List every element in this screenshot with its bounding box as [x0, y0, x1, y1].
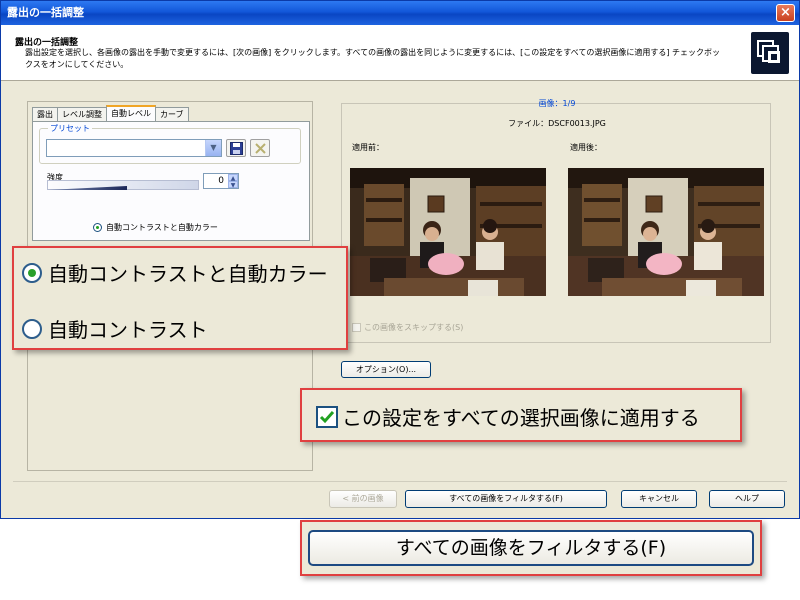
apply-all-callout: この設定をすべての選択画像に適用する	[300, 388, 742, 442]
dropdown-arrow-icon[interactable]: ▼	[205, 140, 221, 156]
radio-selected-icon	[22, 262, 42, 283]
close-icon: ×	[780, 5, 791, 20]
skip-image-checkbox[interactable]: この画像をスキップする(S)	[352, 322, 463, 333]
auto-contrast-radio[interactable]: 自動コントラスト	[22, 314, 208, 343]
skip-checkbox-box	[352, 323, 361, 332]
spin-down-icon[interactable]: ▼	[228, 181, 238, 189]
previous-image-button[interactable]: < 前の画像	[329, 490, 397, 508]
help-button[interactable]: ヘルプ	[709, 490, 785, 508]
filter-all-callout: すべての画像をフィルタする(F)	[300, 520, 762, 576]
small-radio-label: 自動コントラストと自動カラー	[106, 223, 218, 232]
preset-group: プリセット ▼	[39, 123, 301, 164]
apply-all-label: この設定をすべての選択画像に適用する	[342, 406, 700, 430]
close-button[interactable]: ×	[776, 4, 795, 22]
button-row-separator	[13, 481, 787, 482]
filter-all-button-large[interactable]: すべての画像をフィルタする(F)	[308, 530, 754, 566]
strength-spinner[interactable]: ▲ ▼	[228, 174, 238, 189]
skip-label: この画像をスキップする(S)	[364, 323, 464, 332]
tab-curves[interactable]: カーブ	[155, 107, 189, 121]
options-button[interactable]: オプション(O)...	[341, 361, 431, 378]
auto-contrast-color-radio-small[interactable]: 自動コントラストと自動カラー	[93, 222, 218, 233]
app-logo-icon	[751, 32, 789, 74]
radio-2-label: 自動コントラスト	[48, 318, 208, 342]
save-preset-button[interactable]	[226, 139, 246, 157]
radio-callout: 自動コントラストと自動カラー 自動コントラスト	[12, 246, 348, 350]
save-icon	[230, 142, 243, 155]
settings-tabs: 露出 レベル調整 自動レベル カーブ	[32, 105, 189, 121]
tab-content: プリセット ▼ 強度 0 ▲ ▼ 自動コントラストと自動カラー	[32, 121, 310, 241]
spin-up-icon[interactable]: ▲	[228, 174, 238, 182]
radio-dot-icon	[93, 223, 102, 232]
preset-legend: プリセット	[48, 123, 92, 134]
after-image	[568, 168, 764, 296]
auto-contrast-color-radio[interactable]: 自動コントラストと自動カラー	[22, 258, 328, 287]
header-description: 露出設定を選択し、各画像の露出を手動で変更するには、[次の画像] をクリックしま…	[25, 48, 721, 69]
before-image	[350, 168, 546, 296]
tab-auto-levels[interactable]: 自動レベル	[106, 105, 156, 121]
delete-icon	[255, 143, 266, 154]
window-title: 露出の一括調整	[7, 6, 84, 19]
check-icon	[316, 405, 338, 428]
tab-levels[interactable]: レベル調整	[57, 107, 107, 121]
filter-all-button[interactable]: すべての画像をフィルタする(F)	[405, 490, 607, 508]
tab-exposure[interactable]: 露出	[32, 107, 58, 121]
cancel-button[interactable]: キャンセル	[621, 490, 697, 508]
dialog-header: 露出の一括調整 露出設定を選択し、各画像の露出を手動で変更するには、[次の画像]…	[1, 25, 799, 81]
image-index: 画像：1/9	[538, 99, 576, 108]
title-bar: 露出の一括調整 ×	[1, 1, 799, 25]
preset-select[interactable]: ▼	[46, 139, 222, 157]
file-name: ファイル：DSCF0013.JPG	[508, 119, 606, 128]
apply-all-checkbox[interactable]: この設定をすべての選択画像に適用する	[316, 402, 700, 431]
preview-panel: 画像：1/9 ファイル：DSCF0013.JPG 適用前： 適用後： この画像を…	[341, 99, 771, 343]
after-label: 適用後：	[570, 143, 602, 152]
radio-unselected-icon	[22, 318, 42, 339]
radio-1-label: 自動コントラストと自動カラー	[48, 262, 328, 286]
delete-preset-button[interactable]	[250, 139, 270, 157]
before-label: 適用前：	[352, 143, 384, 152]
